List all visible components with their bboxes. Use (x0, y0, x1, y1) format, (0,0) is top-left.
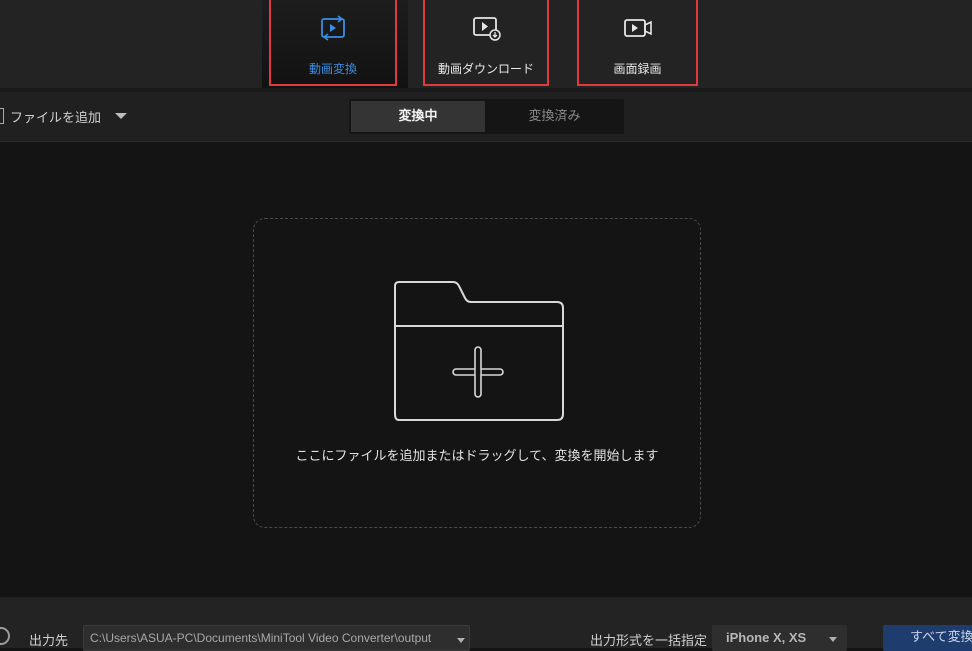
tab-video-download-label: 動画ダウンロード (437, 62, 534, 76)
toolbar: ファイルを追加 変換中 変換済み (0, 92, 972, 142)
convert-video-icon (321, 15, 345, 41)
output-format-select[interactable]: iPhone X, XS (712, 625, 847, 651)
output-path-value: C:\Users\ASUA-PC\Documents\MiniTool Vide… (90, 631, 432, 645)
add-file-label: ファイルを追加 (10, 110, 102, 126)
output-folder-label: 出力先 (29, 634, 69, 649)
add-file-dropdown-icon[interactable] (115, 113, 128, 119)
main-area: ここにファイルを追加またはドラッグして、変換を開始します (0, 142, 972, 597)
file-drop-zone[interactable]: ここにファイルを追加またはドラッグして、変換を開始します (253, 218, 701, 528)
add-file-button[interactable]: ファイルを追加 (0, 106, 128, 126)
chevron-down-icon (829, 637, 837, 642)
footer-bar: 出力先 C:\Users\ASUA-PC\Documents\MiniTool … (0, 597, 972, 651)
tab-video-convert[interactable]: 動画変換 (269, 0, 397, 86)
screen-record-icon (623, 19, 652, 37)
folder-add-icon (394, 281, 564, 421)
top-navigation: 動画変換 動画ダウンロード 画面録画 (0, 0, 972, 88)
tab-screen-record[interactable]: 画面録画 (577, 0, 698, 86)
output-path-dropdown-icon[interactable] (457, 638, 465, 643)
schedule-icon[interactable] (0, 627, 10, 645)
convert-all-button[interactable]: すべて変換 (883, 625, 972, 651)
output-path-field[interactable]: C:\Users\ASUA-PC\Documents\MiniTool Vide… (83, 625, 470, 651)
tab-converted[interactable]: 変換済み (487, 101, 622, 132)
drop-zone-instruction: ここにファイルを追加またはドラッグして、変換を開始します (295, 449, 659, 464)
output-format-value: iPhone X, XS (726, 630, 807, 645)
batch-format-label: 出力形式を一括指定 (590, 634, 708, 649)
download-video-icon (473, 17, 501, 41)
tab-video-download[interactable]: 動画ダウンロード (423, 0, 549, 86)
tab-screen-record-label: 画面録画 (613, 62, 662, 76)
tab-video-convert-label: 動画変換 (308, 62, 357, 76)
add-file-icon (0, 108, 4, 124)
conversion-status-switch: 変換中 変換済み (349, 99, 624, 134)
tab-converting[interactable]: 変換中 (351, 101, 485, 132)
